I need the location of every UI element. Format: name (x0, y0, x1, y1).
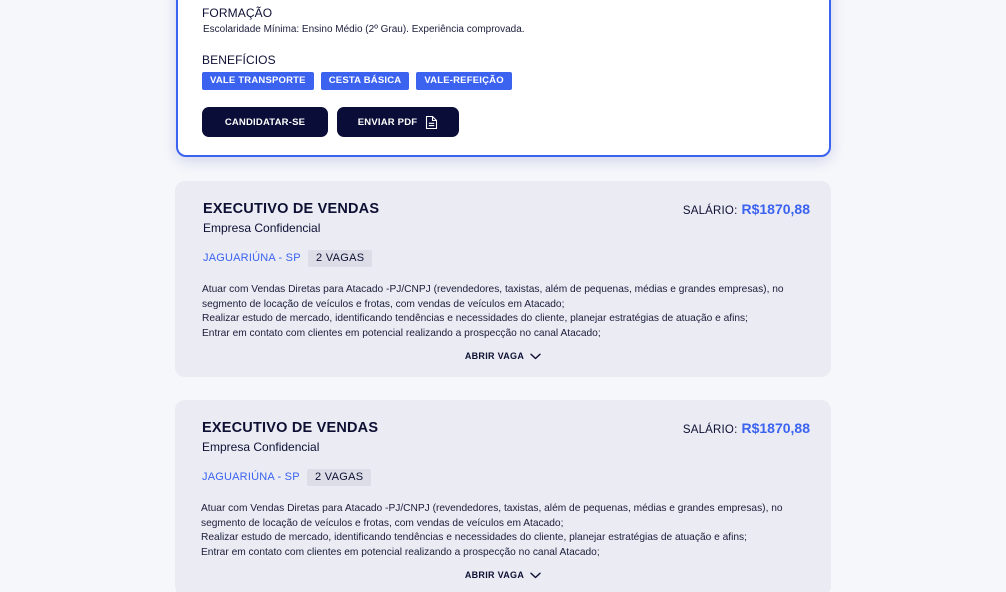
open-job-button[interactable]: ABRIR VAGA (175, 570, 831, 580)
benefits-title: BENEFÍCIOS (202, 53, 276, 67)
job-location: JAGUARIÚNA - SP (203, 252, 301, 264)
document-icon (425, 115, 438, 130)
apply-button-label: CANDIDATAR-SE (224, 116, 306, 128)
benefit-tag: VALE TRANSPORTE (202, 72, 314, 90)
job-title: EXECUTIVO DE VENDAS (203, 201, 380, 217)
job-title: EXECUTIVO DE VENDAS (202, 420, 379, 436)
job-card: EXECUTIVO DE VENDAS Empresa Confidencial… (175, 400, 831, 592)
open-job-button[interactable]: ABRIR VAGA (175, 351, 831, 361)
description-line: Entrar em contato com clientes em potenc… (202, 327, 601, 339)
salary-value: R$1870,88 (741, 201, 810, 217)
open-job-label: ABRIR VAGA (464, 351, 525, 361)
expanded-job-card: FORMAÇÃO Escolaridade Mínima: Ensino Méd… (176, 0, 831, 157)
send-pdf-button-label: ENVIAR PDF (357, 116, 418, 128)
education-title: FORMAÇÃO (202, 6, 273, 20)
salary-label: SALÁRIO: (682, 424, 738, 436)
chevron-down-icon (530, 353, 541, 360)
job-description: Atuar com Vendas Diretas para Atacado -P… (201, 502, 813, 560)
education-text: Escolaridade Mínima: Ensino Médio (2º Gr… (203, 24, 525, 35)
job-listings-page: FORMAÇÃO Escolaridade Mínima: Ensino Méd… (0, 0, 1006, 592)
description-line: Realizar estudo de mercado, identificand… (201, 532, 747, 544)
send-pdf-button[interactable]: ENVIAR PDF (337, 107, 459, 137)
description-line: Atuar com Vendas Diretas para Atacado -P… (201, 503, 783, 529)
company-name: Empresa Confidencial (203, 221, 321, 235)
benefits-list: VALE TRANSPORTE CESTA BÁSICA VALE-REFEIÇ… (202, 72, 512, 90)
salary-value: R$1870,88 (741, 420, 810, 436)
open-job-label: ABRIR VAGA (464, 570, 525, 580)
benefit-tag: VALE-REFEIÇÃO (416, 72, 512, 90)
job-location: JAGUARIÚNA - SP (202, 471, 300, 483)
description-line: Realizar estudo de mercado, identificand… (202, 313, 748, 325)
benefit-tag: CESTA BÁSICA (320, 72, 410, 90)
apply-button[interactable]: CANDIDATAR-SE (202, 107, 328, 137)
chevron-down-icon (530, 572, 541, 579)
salary: SALÁRIO: R$1870,88 (683, 420, 810, 436)
job-actions: CANDIDATAR-SE ENVIAR PDF (202, 107, 459, 137)
salary: SALÁRIO: R$1870,88 (683, 201, 810, 217)
vacancies-badge: 2 VAGAS (307, 469, 372, 486)
description-line: Atuar com Vendas Diretas para Atacado -P… (202, 284, 784, 310)
vacancies-badge: 2 VAGAS (308, 250, 373, 267)
salary-label: SALÁRIO: (682, 205, 738, 217)
company-name: Empresa Confidencial (202, 440, 320, 454)
job-card: EXECUTIVO DE VENDAS Empresa Confidencial… (175, 181, 831, 377)
description-line: Entrar em contato com clientes em potenc… (201, 546, 600, 558)
job-description: Atuar com Vendas Diretas para Atacado -P… (202, 283, 814, 341)
